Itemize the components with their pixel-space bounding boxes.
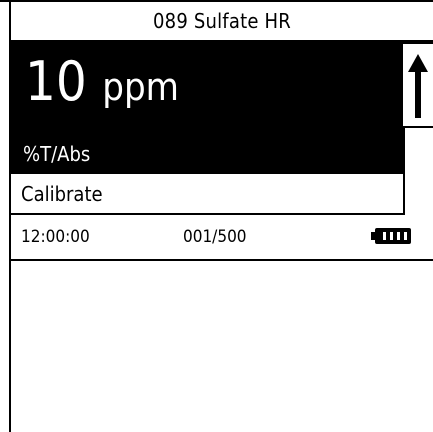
scroll-up-button[interactable] [403, 42, 433, 128]
status-divider [11, 259, 433, 261]
program-title: 089 Sulfate HR [11, 2, 433, 42]
reading-number: 10 [25, 50, 87, 113]
program-title-text: 089 Sulfate HR [153, 9, 291, 33]
sample-counter: 001/500 [183, 227, 247, 247]
status-bar: 12:00:00 001/500 [11, 215, 433, 259]
reading-panel: 10 ppm %T/Abs [11, 42, 403, 174]
clock-time: 12:00:00 [21, 227, 90, 247]
battery-full-icon [371, 228, 411, 244]
arrow-up-icon [408, 54, 428, 118]
scrollbar-track [403, 128, 405, 215]
reading-value: 10 ppm [25, 50, 179, 119]
reading-unit: ppm [102, 65, 179, 109]
calibrate-menu-item[interactable]: Calibrate [11, 176, 403, 213]
mode-toggle-button[interactable]: %T/Abs [23, 140, 90, 168]
